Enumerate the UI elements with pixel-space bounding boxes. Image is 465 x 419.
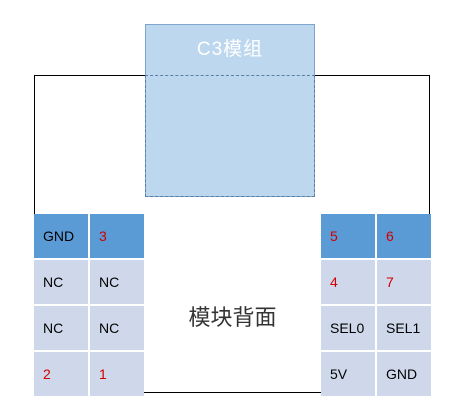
pin-label: GND <box>34 214 88 258</box>
pin-label: 7 <box>377 260 431 304</box>
board-back-label: 模块背面 <box>188 305 277 330</box>
pin-label: SEL0 <box>321 306 375 350</box>
module-label: C3模组 <box>196 39 264 60</box>
pin-label: NC <box>34 260 88 304</box>
pin-label: GND <box>377 352 431 396</box>
left-pin-header: GND 3 NC NC NC NC 2 1 <box>34 214 144 396</box>
pin-label: NC <box>90 260 144 304</box>
pin-label: 6 <box>377 214 431 258</box>
pin-label: 4 <box>321 260 375 304</box>
pin-label: NC <box>90 306 144 350</box>
pin-label: 5V <box>321 352 375 396</box>
pin-label: 3 <box>90 214 144 258</box>
pin-label: 1 <box>90 352 144 396</box>
right-pin-header: 5 6 4 7 SEL0 SEL1 5V GND <box>321 214 431 396</box>
pin-label: SEL1 <box>377 306 431 350</box>
pin-label: NC <box>34 306 88 350</box>
pin-label: 5 <box>321 214 375 258</box>
pin-label: 2 <box>34 352 88 396</box>
